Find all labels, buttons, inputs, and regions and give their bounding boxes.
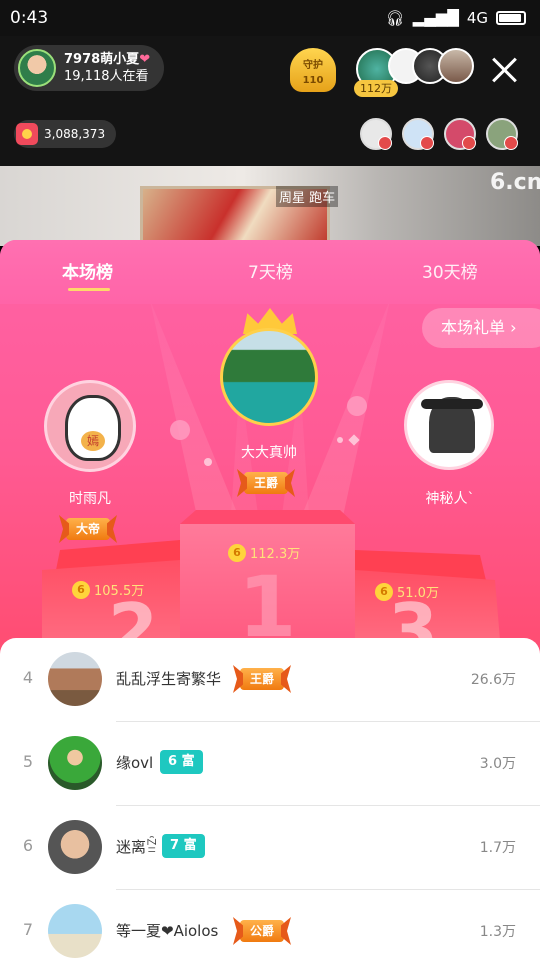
coin-amount: 3,088,373	[44, 127, 106, 141]
hat-icon	[421, 399, 483, 409]
avatar[interactable]	[48, 904, 102, 958]
avatar[interactable]	[48, 820, 102, 874]
list-item[interactable]: 6 迷离ꊁ 7 富 1.7万	[0, 806, 540, 890]
guard-label: 守护	[303, 60, 323, 71]
host-avatar[interactable]	[18, 49, 56, 87]
contribution-amount: 1.7万	[479, 840, 516, 856]
fan-avatar[interactable]	[486, 118, 518, 150]
top3-avatar[interactable]	[404, 380, 494, 470]
coin-icon	[16, 123, 38, 145]
top1-avatar[interactable]	[220, 328, 318, 426]
top3-name: 神秘人`	[425, 491, 475, 507]
fan-avatar[interactable]	[444, 118, 476, 150]
status-bar: 0:43 🎧︎ ▂▄▆█ 4G	[0, 0, 540, 36]
user-name: 缘ovl	[116, 754, 154, 772]
host-info[interactable]: 7978萌小夏❤ 19,118人在看	[14, 45, 164, 91]
fan-avatar[interactable]	[360, 118, 392, 150]
top-viewer-amount: 112万	[354, 80, 398, 97]
heart-icon: ❤	[139, 52, 151, 67]
contribution-amount: 3.0万	[479, 756, 516, 772]
wealth-level-badge: 6 富	[160, 750, 203, 774]
gift-list-label: 本场礼单	[441, 318, 506, 337]
status-icons: 🎧︎ ▂▄▆█ 4G	[386, 9, 526, 27]
list-item[interactable]: 4 乱乱浮生寄繁华 王爵 26.6万	[0, 638, 540, 722]
top2-name: 时雨凡	[69, 491, 111, 507]
gift-list-button[interactable]: 本场礼单 ›	[422, 308, 540, 348]
coin-balance[interactable]: 3,088,373	[14, 120, 116, 148]
tab-30-days[interactable]: 30天榜	[422, 258, 478, 283]
avatar[interactable]	[48, 652, 102, 706]
avatar[interactable]	[48, 736, 102, 790]
signal-icon: ▂▄▆█	[412, 9, 459, 27]
avatar-stamp: 嫣	[81, 431, 105, 451]
tab-current-show[interactable]: 本场榜	[62, 258, 113, 283]
ranking-list: 4 乱乱浮生寄繁华 王爵 26.6万 5 缘ovl 6 富 3.0万 6 迷离ꊁ…	[0, 638, 540, 960]
rank-number: 6	[22, 836, 34, 855]
battery-icon	[496, 11, 526, 25]
top1-name: 大大真帅	[241, 445, 297, 461]
tab-7-days[interactable]: 7天榜	[248, 258, 293, 283]
viewer-count: 19,118人在看	[64, 69, 149, 84]
list-item[interactable]: 7 等一夏❤Aiolos 公爵 1.3万	[0, 890, 540, 960]
list-item[interactable]: 5 缘ovl 6 富 3.0万	[0, 722, 540, 806]
user-name: 迷离ꊁ	[116, 838, 158, 856]
user-name: 乱乱浮生寄繁华	[116, 670, 222, 688]
wealth-level-badge: 7 富	[162, 834, 205, 858]
top1-title-badge: 王爵	[244, 472, 289, 494]
top2-title-badge: 大帝	[66, 518, 111, 540]
host-name: 7978萌小夏	[64, 52, 140, 67]
viewer-avatar[interactable]	[438, 48, 474, 84]
ranking-tabs: 本场榜 7天榜 30天榜	[0, 240, 540, 304]
chevron-right-icon: ›	[505, 318, 517, 337]
active-tab-indicator	[68, 288, 110, 291]
fan-avatars	[360, 118, 518, 150]
fan-avatar[interactable]	[402, 118, 434, 150]
rank-number: 4	[22, 668, 34, 687]
video-area[interactable]: 周星 跑车 6.cn	[0, 166, 540, 246]
hamster-avatar-icon	[65, 395, 121, 461]
coin-6-icon: 6	[72, 580, 90, 599]
close-icon[interactable]	[490, 56, 518, 84]
status-time: 0:43	[10, 8, 49, 28]
contribution-amount: 26.6万	[470, 672, 516, 688]
live-header: 7978萌小夏❤ 19,118人在看 守护 110 112万 3,088,373	[0, 36, 540, 166]
headphones-icon: 🎧︎	[385, 9, 405, 27]
title-badge: 王爵	[240, 668, 285, 690]
contribution-amount: 1.3万	[479, 924, 516, 940]
network-label: 4G	[466, 9, 488, 27]
user-name: 等一夏❤Aiolos	[116, 922, 219, 940]
watermark-logo: 6.cn	[490, 170, 540, 195]
title-badge: 公爵	[240, 920, 285, 942]
rank-number: 5	[22, 752, 34, 771]
guard-count: 110	[302, 75, 324, 86]
guard-badge[interactable]: 守护 110	[290, 48, 336, 92]
rank-number: 7	[22, 920, 34, 939]
top2-avatar[interactable]: 嫣	[44, 380, 136, 472]
video-tag: 周星 跑车	[276, 186, 339, 207]
